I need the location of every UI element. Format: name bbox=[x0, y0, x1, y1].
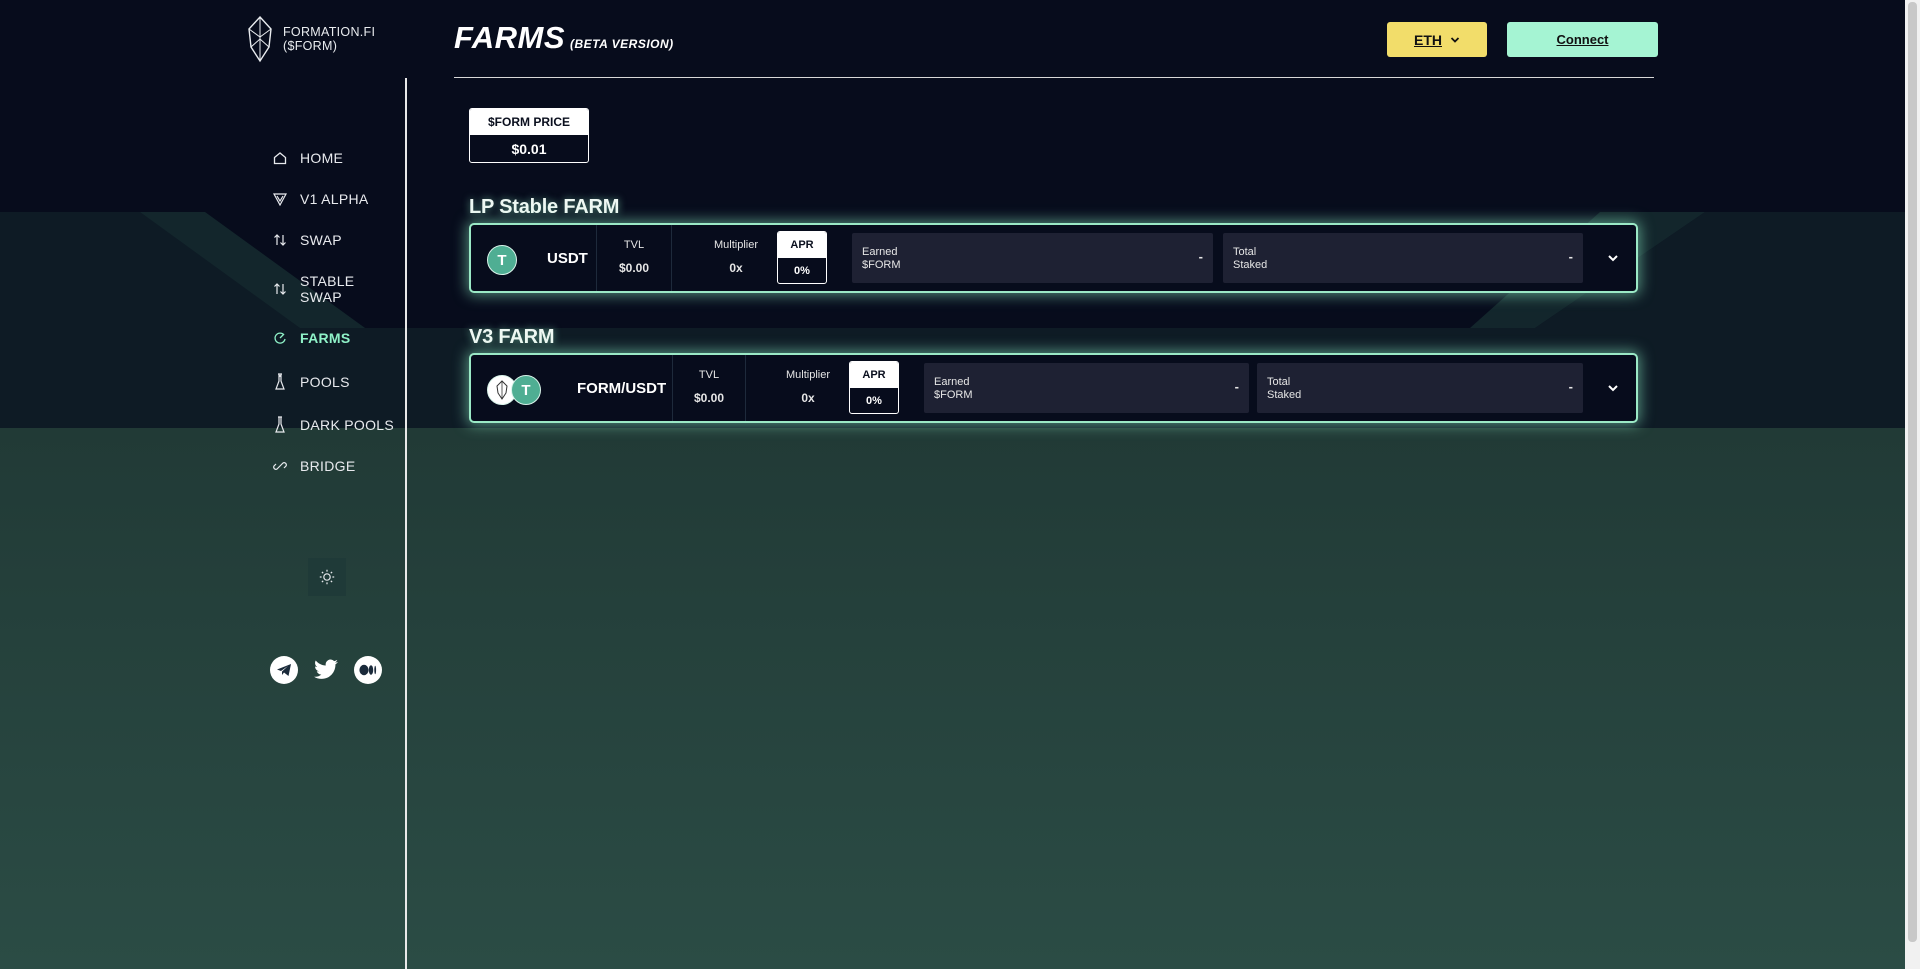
dark-pools-icon bbox=[272, 416, 288, 433]
sidebar-item-swap[interactable]: SWAP bbox=[272, 232, 412, 248]
network-select-button[interactable]: ETH bbox=[1387, 22, 1487, 57]
stable-swap-icon bbox=[272, 281, 288, 297]
logo-text-line2: ($FORM) bbox=[283, 39, 338, 53]
farm-staked-value: - bbox=[1568, 379, 1573, 394]
medium-icon bbox=[359, 664, 377, 676]
section-title-lp-stable-farm: LP Stable FARM bbox=[469, 196, 620, 218]
bridge-icon bbox=[272, 458, 288, 474]
farm-earned-label: Earned $FORM bbox=[934, 376, 973, 401]
social-links bbox=[270, 656, 382, 684]
farm-tvl: TVL $0.00 bbox=[684, 369, 734, 405]
page-title-text: FARMS bbox=[454, 20, 565, 55]
home-icon bbox=[272, 150, 288, 166]
farm-staked-value: - bbox=[1568, 249, 1573, 264]
telegram-icon bbox=[277, 664, 291, 676]
sun-icon bbox=[319, 569, 335, 585]
farm-tvl: TVL $0.00 bbox=[609, 239, 659, 275]
farm-multiplier-label: Multiplier bbox=[713, 239, 758, 251]
page-title: FARMS (BETA VERSION) bbox=[454, 20, 674, 56]
sidebar-item-label: SWAP bbox=[300, 232, 342, 248]
farm-multiplier-value: 0x bbox=[801, 391, 815, 405]
logo-text: FORMATION.FI ($FORM) bbox=[283, 25, 375, 53]
farm-pair-name: FORM/USDT bbox=[577, 380, 667, 397]
farm-staked-label: Total Staked bbox=[1267, 376, 1302, 401]
farm-apr: APR 0% bbox=[849, 361, 899, 414]
header-divider bbox=[454, 77, 1654, 78]
sidebar-item-label: V1 ALPHA bbox=[300, 191, 369, 207]
page-subtitle: (BETA VERSION) bbox=[570, 37, 674, 51]
sidebar-item-label: POOLS bbox=[300, 374, 350, 390]
farm-tvl-label: TVL bbox=[698, 369, 720, 381]
farm-tvl-value: $0.00 bbox=[618, 261, 650, 275]
app-logo[interactable]: FORMATION.FI ($FORM) bbox=[245, 14, 375, 64]
theme-toggle-button[interactable] bbox=[308, 558, 346, 596]
farm-apr-value: 0% bbox=[866, 394, 882, 407]
chevron-down-icon bbox=[1450, 36, 1460, 43]
farms-icon bbox=[272, 330, 288, 346]
connect-wallet-button[interactable]: Connect bbox=[1507, 22, 1658, 57]
sidebar-divider bbox=[405, 78, 407, 969]
sidebar-item-farms[interactable]: FARMS bbox=[272, 330, 412, 346]
scrollbar-thumb[interactable] bbox=[1908, 2, 1917, 942]
pools-icon bbox=[272, 373, 288, 390]
farm-multiplier-label: Multiplier bbox=[785, 369, 830, 381]
divider bbox=[672, 355, 673, 421]
farm-tvl-value: $0.00 bbox=[693, 391, 725, 405]
medium-link[interactable] bbox=[354, 656, 382, 684]
form-price-value: $0.01 bbox=[511, 141, 547, 157]
sidebar-item-label: BRIDGE bbox=[300, 458, 356, 474]
farm-row-usdt[interactable]: T USDT TVL $0.00 Multiplier 0x APR 0% Ea… bbox=[469, 223, 1638, 293]
farm-multiplier: Multiplier 0x bbox=[773, 369, 843, 405]
logo-text-line1: FORMATION.FI bbox=[283, 25, 376, 39]
section-title-v3-farm: V3 FARM bbox=[469, 326, 555, 348]
divider bbox=[596, 225, 597, 291]
usdt-coin-icon: T bbox=[487, 245, 517, 275]
expand-chevron-icon[interactable] bbox=[1605, 380, 1621, 396]
farm-total-staked: Total Staked - bbox=[1257, 363, 1583, 413]
farm-tvl-label: TVL bbox=[623, 239, 645, 251]
farm-earned: Earned $FORM - bbox=[924, 363, 1249, 413]
form-price-label: $FORM PRICE bbox=[470, 109, 588, 135]
form-price-card: $FORM PRICE $0.01 bbox=[469, 108, 589, 163]
divider bbox=[745, 355, 746, 421]
farm-multiplier: Multiplier 0x bbox=[701, 239, 771, 275]
farm-row-form-usdt[interactable]: T FORM/USDT TVL $0.00 Multiplier 0x APR … bbox=[469, 353, 1638, 423]
usdt-coin-icon: T bbox=[511, 375, 541, 405]
divider bbox=[671, 225, 672, 291]
sidebar-item-label: STABLE SWAP bbox=[300, 273, 355, 305]
farm-total-staked: Total Staked - bbox=[1223, 233, 1583, 283]
farm-pair-name: USDT bbox=[547, 250, 588, 267]
sidebar-item-v1-alpha[interactable]: V1 ALPHA bbox=[272, 191, 412, 207]
sidebar-item-bridge[interactable]: BRIDGE bbox=[272, 458, 412, 474]
sidebar-item-label: FARMS bbox=[300, 330, 351, 346]
farm-earned-value: - bbox=[1234, 379, 1239, 394]
farm-earned-label: Earned $FORM bbox=[862, 246, 901, 271]
sidebar-item-home[interactable]: HOME bbox=[272, 150, 412, 166]
farm-multiplier-value: 0x bbox=[729, 261, 743, 275]
farm-earned-value: - bbox=[1198, 249, 1203, 264]
twitter-link[interactable] bbox=[312, 656, 340, 684]
sidebar-item-dark-pools[interactable]: DARK POOLS bbox=[272, 416, 412, 433]
farm-apr: APR 0% bbox=[777, 231, 827, 284]
expand-chevron-icon[interactable] bbox=[1605, 250, 1621, 266]
farm-apr-label: APR bbox=[850, 362, 898, 388]
twitter-icon bbox=[314, 659, 338, 679]
sidebar-item-stable-swap[interactable]: STABLE SWAP bbox=[272, 273, 362, 305]
scrollbar[interactable] bbox=[1905, 0, 1920, 969]
v1-alpha-icon bbox=[272, 191, 288, 207]
swap-icon bbox=[272, 232, 288, 248]
formation-logo-icon bbox=[248, 15, 272, 63]
farm-apr-value: 0% bbox=[794, 264, 810, 277]
sidebar-item-pools[interactable]: POOLS bbox=[272, 373, 412, 390]
telegram-link[interactable] bbox=[270, 656, 298, 684]
sidebar-item-label: DARK POOLS bbox=[300, 417, 395, 433]
sidebar-item-label: HOME bbox=[300, 150, 344, 166]
farm-earned: Earned $FORM - bbox=[852, 233, 1213, 283]
network-select-label: ETH bbox=[1414, 31, 1442, 48]
farm-apr-label: APR bbox=[778, 232, 826, 258]
farm-staked-label: Total Staked bbox=[1233, 246, 1268, 271]
background-bottom bbox=[0, 428, 1905, 969]
